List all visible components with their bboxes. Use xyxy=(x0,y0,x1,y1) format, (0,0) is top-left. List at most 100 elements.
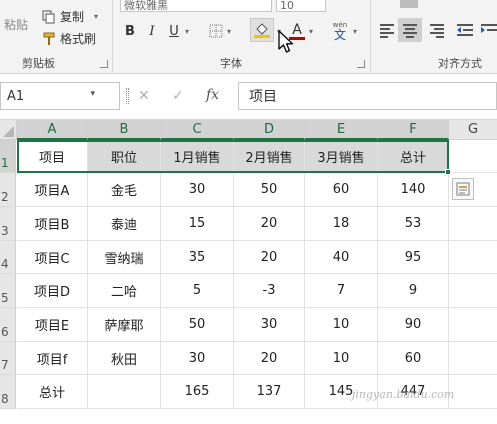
table-cell[interactable] xyxy=(449,308,497,342)
table-cell[interactable]: 140 xyxy=(378,173,449,207)
row-header-4[interactable]: 4 xyxy=(0,241,16,274)
table-header-cell[interactable]: 3月销售 xyxy=(305,140,378,173)
select-all-corner[interactable] xyxy=(0,120,17,140)
chevron-down-icon[interactable]: ▾ xyxy=(90,89,95,99)
table-cell[interactable]: 53 xyxy=(378,207,449,241)
row-header-6[interactable]: 6 xyxy=(0,308,16,342)
table-cell[interactable] xyxy=(449,274,497,308)
row-header-1[interactable]: 1 xyxy=(0,140,16,173)
table-cell[interactable]: 7 xyxy=(305,274,378,308)
table-cell[interactable]: 40 xyxy=(305,241,378,274)
table-cell[interactable]: 165 xyxy=(161,375,234,409)
table-cell[interactable]: 秋田 xyxy=(88,342,161,375)
table-cell[interactable]: 总计 xyxy=(17,375,88,409)
borders-button[interactable] xyxy=(206,21,226,41)
table-cell[interactable]: -3 xyxy=(234,274,305,308)
phonetic-guide-button[interactable]: wén 文 xyxy=(328,18,352,44)
align-left-icon[interactable] xyxy=(380,22,398,38)
table-cell[interactable] xyxy=(88,375,161,409)
column-header-d[interactable]: D xyxy=(234,120,305,140)
font-color-dropdown-icon[interactable]: ▾ xyxy=(306,21,316,41)
table-cell[interactable]: 泰迪 xyxy=(88,207,161,241)
table-header-cell[interactable]: 项目 xyxy=(17,140,88,173)
quick-analysis-button[interactable] xyxy=(452,178,474,200)
table-cell[interactable]: 10 xyxy=(305,308,378,342)
wrap-text-icon[interactable] xyxy=(460,0,478,8)
table-cell[interactable]: 5 xyxy=(161,274,234,308)
borders-dropdown-icon[interactable]: ▾ xyxy=(224,21,234,41)
enter-button[interactable]: ✓ xyxy=(172,88,184,104)
copy-button[interactable]: 复制 ▾ xyxy=(42,8,98,25)
table-cell[interactable]: 60 xyxy=(378,342,449,375)
table-cell[interactable]: 金毛 xyxy=(88,173,161,207)
cancel-button[interactable]: ✕ xyxy=(138,88,150,104)
fill-handle[interactable] xyxy=(445,169,451,175)
table-cell[interactable]: 30 xyxy=(161,173,234,207)
table-cell[interactable] xyxy=(449,241,497,274)
align-middle-icon[interactable] xyxy=(424,0,442,8)
table-cell[interactable]: 项目E xyxy=(17,308,88,342)
align-top-icon[interactable] xyxy=(400,0,418,8)
align-right-icon[interactable] xyxy=(426,22,444,38)
column-header-f[interactable]: F xyxy=(378,120,449,140)
table-cell[interactable]: 二哈 xyxy=(88,274,161,308)
row-header-8[interactable]: 8 xyxy=(0,375,16,409)
underline-button[interactable]: U xyxy=(164,21,184,41)
italic-button[interactable]: I xyxy=(142,21,162,41)
table-cell[interactable]: 90 xyxy=(378,308,449,342)
table-cell[interactable]: 30 xyxy=(161,342,234,375)
table-cell[interactable]: 20 xyxy=(234,241,305,274)
phonetic-dropdown-icon[interactable]: ▾ xyxy=(350,21,360,41)
table-cell[interactable]: 项目B xyxy=(17,207,88,241)
formula-input[interactable]: 项目 xyxy=(238,82,497,110)
row-header-2[interactable]: 2 xyxy=(0,173,16,207)
table-cell[interactable]: 项目f xyxy=(17,342,88,375)
format-painter-button[interactable]: 格式刷 xyxy=(42,30,96,47)
table-cell[interactable]: 9 xyxy=(378,274,449,308)
table-cell[interactable]: 50 xyxy=(234,173,305,207)
table-cell[interactable]: 项目C xyxy=(17,241,88,274)
table-header-cell[interactable]: 1月销售 xyxy=(161,140,234,173)
column-header-e[interactable]: E xyxy=(305,120,378,140)
column-header-b[interactable]: B xyxy=(88,120,161,140)
table-cell[interactable] xyxy=(449,375,497,409)
bold-button[interactable]: B xyxy=(120,21,140,41)
table-cell[interactable]: 30 xyxy=(234,308,305,342)
column-header-a[interactable]: A xyxy=(17,120,88,140)
table-cell[interactable]: 10 xyxy=(305,342,378,375)
table-cell[interactable]: 137 xyxy=(234,375,305,409)
font-size-select[interactable]: 10 xyxy=(276,0,326,12)
table-cell[interactable]: 35 xyxy=(161,241,234,274)
table-cell[interactable]: 95 xyxy=(378,241,449,274)
align-center-icon[interactable] xyxy=(398,18,422,42)
table-cell[interactable]: 20 xyxy=(234,207,305,241)
table-cell[interactable]: 雪纳瑞 xyxy=(88,241,161,274)
row-header-3[interactable]: 3 xyxy=(0,207,16,241)
fill-color-button[interactable] xyxy=(250,18,274,42)
column-header-g[interactable]: G xyxy=(449,120,497,140)
font-dialog-launcher-icon[interactable] xyxy=(357,60,365,68)
paste-button[interactable]: 粘贴 xyxy=(4,16,28,33)
table-cell[interactable]: 50 xyxy=(161,308,234,342)
table-cell[interactable] xyxy=(449,207,497,241)
table-cell[interactable]: 60 xyxy=(305,173,378,207)
table-header-cell[interactable]: 2月销售 xyxy=(234,140,305,173)
table-cell[interactable] xyxy=(449,140,497,173)
table-cell[interactable]: 萨摩耶 xyxy=(88,308,161,342)
table-cell[interactable]: 15 xyxy=(161,207,234,241)
increase-indent-icon[interactable] xyxy=(480,22,497,38)
decrease-indent-icon[interactable] xyxy=(456,22,474,38)
table-cell[interactable]: 20 xyxy=(234,342,305,375)
row-header-5[interactable]: 5 xyxy=(0,274,16,308)
font-name-select[interactable]: 微软雅黑 xyxy=(120,0,272,12)
column-header-c[interactable]: C xyxy=(161,120,234,140)
table-header-cell[interactable]: 职位 xyxy=(88,140,161,173)
insert-function-button[interactable]: fx xyxy=(206,87,219,103)
table-cell[interactable]: 18 xyxy=(305,207,378,241)
table-cell[interactable]: 项目A xyxy=(17,173,88,207)
table-cell[interactable] xyxy=(449,342,497,375)
table-header-cell[interactable]: 总计 xyxy=(378,140,449,173)
underline-dropdown-icon[interactable]: ▾ xyxy=(182,21,192,41)
table-cell[interactable]: 项目D xyxy=(17,274,88,308)
clipboard-dialog-launcher-icon[interactable] xyxy=(100,60,108,68)
